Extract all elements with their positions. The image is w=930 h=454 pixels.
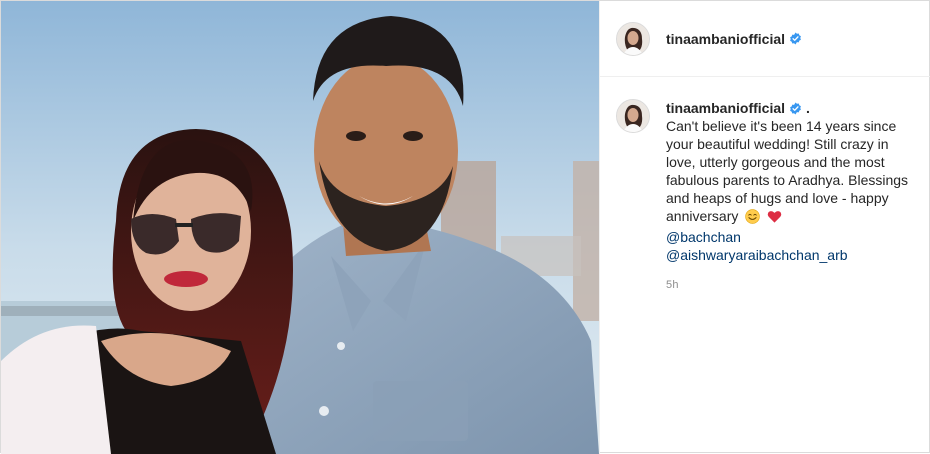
smiling-face-emoji-icon [745,209,760,228]
post-timestamp[interactable]: 5h [666,276,915,294]
instagram-post: tinaambaniofficial tinaambaniofficial . … [0,0,930,454]
red-heart-emoji-icon [767,209,782,228]
mention-link[interactable]: @aishwaryaraibachchan_arb [666,246,915,264]
verified-badge-icon [789,102,802,115]
caption-avatar[interactable] [616,99,650,133]
couple-photo-illustration [1,1,599,454]
post-header: tinaambaniofficial [600,1,930,77]
caption-block: tinaambaniofficial . Can't believe it's … [600,77,930,294]
caption-body: Can't believe it's been 14 years since y… [666,117,915,264]
profile-picture-icon [617,100,649,132]
avatar[interactable] [616,21,650,56]
mention-link[interactable]: @bachchan [666,228,915,246]
header-username[interactable]: tinaambaniofficial [666,31,785,47]
post-photo[interactable] [1,1,599,454]
caption-author-row: tinaambaniofficial . [666,99,915,117]
verified-badge-icon [789,32,802,45]
caption-username[interactable]: tinaambaniofficial [666,99,785,117]
profile-picture-icon [617,22,649,55]
caption-separator: . [806,100,810,116]
post-sidebar: tinaambaniofficial tinaambaniofficial . … [599,1,930,454]
caption-message: Can't believe it's been 14 years since y… [666,118,909,224]
caption-text: tinaambaniofficial . Can't believe it's … [666,99,915,294]
